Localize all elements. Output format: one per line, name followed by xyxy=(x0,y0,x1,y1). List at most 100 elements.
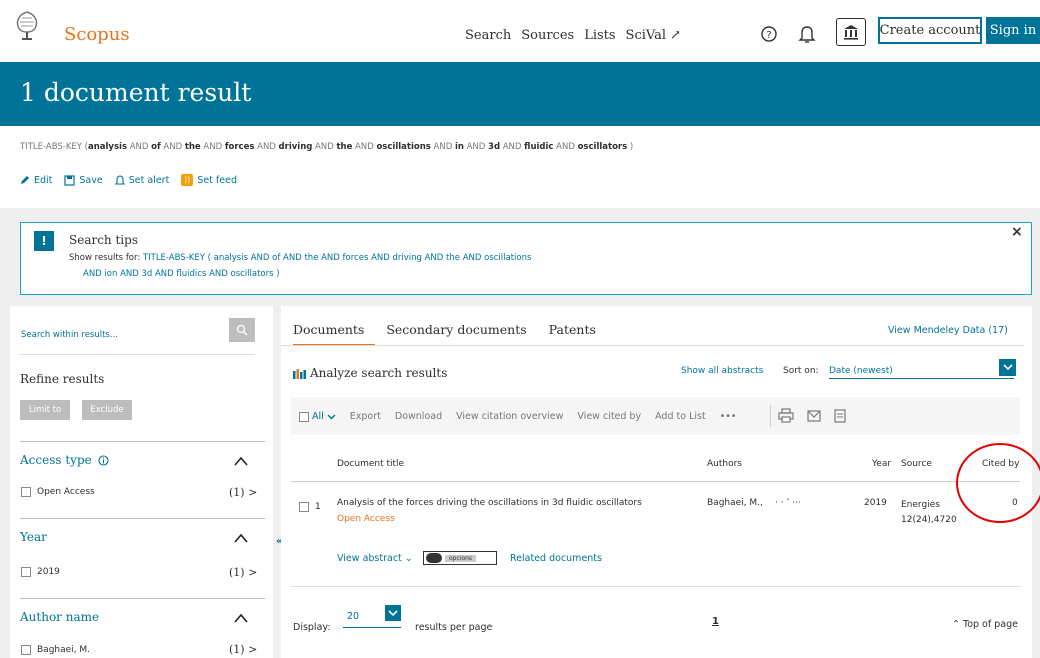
query-operator: AND xyxy=(254,142,279,152)
eye-icon xyxy=(426,553,442,563)
checkbox[interactable] xyxy=(21,645,31,655)
query-term: the xyxy=(184,142,201,152)
query-operator: AND xyxy=(500,142,525,152)
facet-count[interactable]: (1) > xyxy=(229,643,257,656)
institution-icon[interactable] xyxy=(836,18,866,46)
bibliography-icon[interactable] xyxy=(834,408,846,423)
set-feed-action[interactable]: )) Set feed xyxy=(181,174,237,186)
result-source[interactable]: Energies 12(24),4720 xyxy=(901,498,957,528)
checkbox[interactable] xyxy=(21,487,31,497)
search-icon xyxy=(236,324,248,336)
chevron-up-icon[interactable] xyxy=(234,613,248,623)
open-access-badge: Open Access xyxy=(337,514,395,524)
add-to-list-button[interactable]: Add to List xyxy=(655,411,706,422)
facet-access-type[interactable]: Access type xyxy=(20,453,109,467)
search-within-button[interactable] xyxy=(229,318,255,342)
nav-sources[interactable]: Sources xyxy=(521,28,574,43)
nav-scival[interactable]: SciVal ↗ xyxy=(626,28,681,43)
more-options-button[interactable]: ••• xyxy=(720,411,737,422)
per-page-dropdown-button[interactable] xyxy=(385,605,401,621)
save-action[interactable]: Save xyxy=(64,175,103,186)
toolbar-divider xyxy=(770,405,771,427)
related-documents-link[interactable]: Related documents xyxy=(510,553,602,564)
tab-documents[interactable]: Documents xyxy=(293,322,364,337)
result-title-link[interactable]: Analysis of the forces driving the oscil… xyxy=(337,498,642,508)
suggested-query-line2[interactable]: AND ion AND 3d AND fluidics AND oscillat… xyxy=(83,269,280,279)
chevron-down-icon: ⌄ xyxy=(404,553,413,564)
facet-option-author[interactable]: Baghaei, M. xyxy=(21,645,90,655)
edit-label: Edit xyxy=(34,174,53,186)
column-source[interactable]: Source xyxy=(901,459,932,469)
pagination-page[interactable]: 1 xyxy=(712,616,719,627)
nav-lists[interactable]: Lists xyxy=(584,28,615,43)
close-icon[interactable]: × xyxy=(1011,224,1023,240)
checkbox[interactable] xyxy=(21,567,31,577)
sort-dropdown-button[interactable] xyxy=(999,359,1016,376)
help-icon[interactable]: ? xyxy=(760,25,778,43)
select-all[interactable]: All xyxy=(299,411,336,422)
tab-patents[interactable]: Patents xyxy=(549,322,596,337)
result-authors[interactable]: Baghaei, M., · · ’ ··· xyxy=(707,498,801,508)
edit-action[interactable]: Edit xyxy=(20,175,52,186)
search-tips-title: Search tips xyxy=(69,233,138,247)
facet-option-label: Baghaei, M. xyxy=(37,645,91,655)
set-alert-action[interactable]: Set alert xyxy=(114,174,170,186)
chevron-down-icon xyxy=(1002,364,1013,371)
query-operator: AND xyxy=(200,142,225,152)
facet-count[interactable]: (1) > xyxy=(229,486,257,499)
source-volume: 12(24),4720 xyxy=(901,515,957,525)
facet-count[interactable]: (1) > xyxy=(229,566,257,579)
chevron-up-icon[interactable] xyxy=(234,533,248,543)
exclude-button[interactable]: Exclude xyxy=(82,400,132,420)
email-icon[interactable] xyxy=(807,409,821,422)
suggested-query-line1[interactable]: TITLE-ABS-KEY ( analysis AND of AND the … xyxy=(143,253,532,263)
facet-year[interactable]: Year xyxy=(20,530,47,544)
column-year[interactable]: Year xyxy=(872,459,891,469)
tab-secondary-documents[interactable]: Secondary documents xyxy=(386,322,526,337)
per-page-underline xyxy=(343,627,401,628)
facet-option-open-access[interactable]: Open Access xyxy=(21,487,95,497)
query-operator: AND xyxy=(312,142,337,152)
download-button[interactable]: Download xyxy=(395,411,442,422)
print-icon[interactable] xyxy=(778,408,794,423)
nav-search[interactable]: Search xyxy=(465,28,511,43)
chevron-down-icon xyxy=(327,414,336,419)
sort-select-underline xyxy=(829,378,1014,379)
view-citation-overview-button[interactable]: View citation overview xyxy=(456,411,563,422)
view-abstract-link[interactable]: View abstract ⌄ xyxy=(337,553,413,564)
sign-in-button[interactable]: Sign in xyxy=(986,17,1040,44)
create-account-button[interactable]: Create account xyxy=(878,17,982,44)
sort-select[interactable]: Date (newest) xyxy=(829,366,893,376)
facet-option-2019[interactable]: 2019 xyxy=(21,567,60,577)
query-operator: AND xyxy=(553,142,578,152)
view-cited-by-button[interactable]: View cited by xyxy=(577,411,641,422)
results-per-page-select[interactable]: 20 xyxy=(347,611,359,622)
top-of-page-link[interactable]: ⌃ Top of page xyxy=(952,619,1018,630)
result-year: 2019 xyxy=(864,498,887,508)
view-mendeley-data-link[interactable]: View Mendeley Data (17) xyxy=(888,325,1008,336)
elsevier-logo-icon[interactable] xyxy=(10,8,44,42)
analyze-search-results[interactable]: Analyze search results xyxy=(293,366,447,380)
search-within-placeholder[interactable]: Search within results... xyxy=(21,330,118,340)
show-all-abstracts-link[interactable]: Show all abstracts xyxy=(681,366,763,376)
query-term: analysis xyxy=(88,142,128,152)
chevron-up-icon: ⌃ xyxy=(952,619,960,630)
checkbox[interactable] xyxy=(299,411,309,422)
chevron-up-icon[interactable] xyxy=(234,456,248,466)
set-alert-label: Set alert xyxy=(128,174,170,186)
bell-icon[interactable] xyxy=(798,24,816,44)
chevron-down-icon xyxy=(388,609,398,616)
facet-author-name[interactable]: Author name xyxy=(20,610,99,624)
brand-name[interactable]: Scopus xyxy=(64,24,130,45)
page-title: 1 document result xyxy=(20,78,252,107)
export-button[interactable]: Export xyxy=(350,411,381,422)
facet-option-label: 2019 xyxy=(37,567,60,577)
query-term: the xyxy=(336,142,353,152)
results-per-page-label: results per page xyxy=(415,622,493,633)
limit-to-button[interactable]: Limit to xyxy=(20,400,70,420)
opcions-badge[interactable]: opcions xyxy=(423,551,497,565)
source-journal: Energies xyxy=(901,500,940,510)
result-checkbox[interactable] xyxy=(299,502,309,512)
info-icon: ! xyxy=(34,231,54,251)
bar-chart-icon xyxy=(293,368,306,379)
